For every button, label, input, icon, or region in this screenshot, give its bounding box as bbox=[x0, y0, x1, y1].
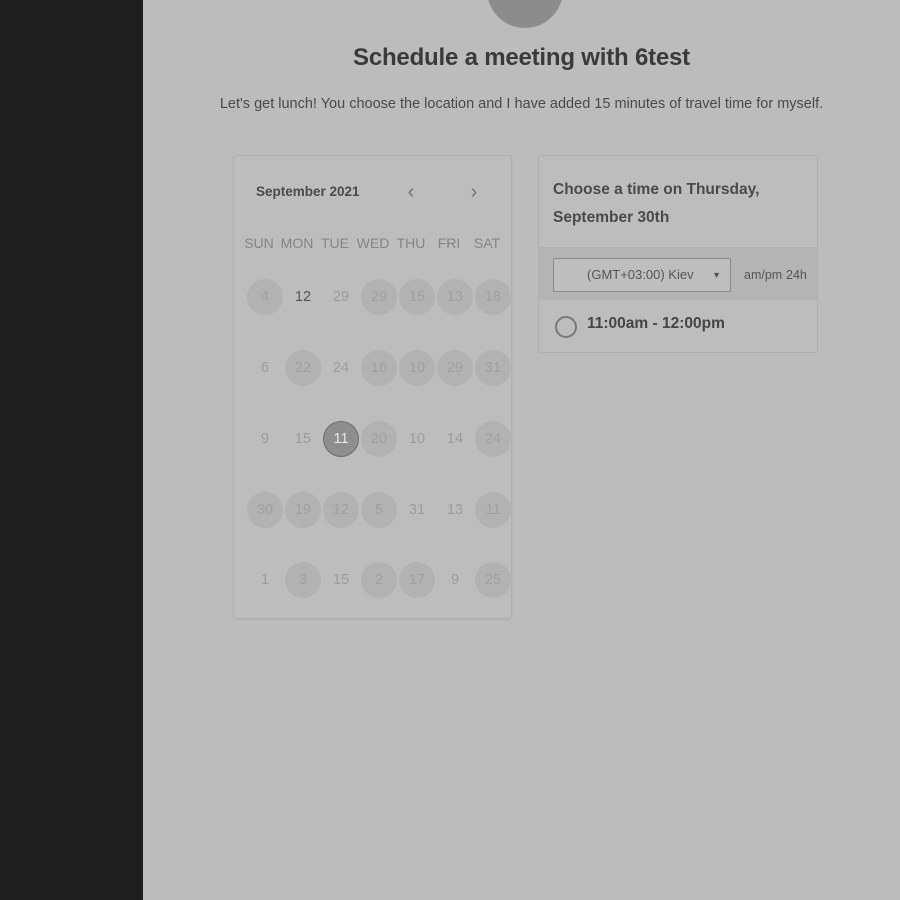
calendar-day[interactable]: 29 bbox=[361, 279, 397, 315]
calendar-day[interactable]: 2 bbox=[361, 562, 397, 598]
time-slot[interactable]: 11:00am - 12:00pm bbox=[539, 301, 817, 353]
time-selection-panel: Choose a time on Thursday, September 30t… bbox=[538, 155, 818, 353]
calendar-day[interactable]: 20 bbox=[361, 421, 397, 457]
calendar-day: 9 bbox=[450, 572, 460, 588]
calendar-day[interactable]: 10 bbox=[399, 350, 435, 386]
calendar-day: 10 bbox=[408, 431, 426, 447]
weekday-label: SUN bbox=[244, 235, 274, 251]
calendar-day[interactable]: 31 bbox=[475, 350, 511, 386]
calendar-day: 24 bbox=[332, 360, 350, 376]
calendar-day[interactable]: 11 bbox=[475, 492, 511, 528]
calendar-day[interactable]: 4 bbox=[247, 279, 283, 315]
calendar-day[interactable]: 25 bbox=[475, 562, 511, 598]
calendar-day: 29 bbox=[332, 289, 350, 305]
calendar-day: 15 bbox=[294, 431, 312, 447]
weekday-label: SAT bbox=[473, 235, 501, 251]
chevron-right-icon[interactable]: › bbox=[464, 182, 484, 202]
calendar-day[interactable]: 3 bbox=[285, 562, 321, 598]
calendar-day: 13 bbox=[446, 502, 464, 518]
time-heading: Choose a time on Thursday, September 30t… bbox=[553, 181, 760, 226]
calendar-day[interactable]: 16 bbox=[361, 350, 397, 386]
calendar-day[interactable]: 12 bbox=[323, 492, 359, 528]
page-subtitle: Let's get lunch! You choose the location… bbox=[219, 96, 824, 112]
chevron-down-icon: ▼ bbox=[712, 270, 721, 280]
format-24h-toggle[interactable]: 24h bbox=[786, 258, 807, 292]
weekday-label: THU bbox=[396, 235, 426, 251]
calendar-day[interactable]: 22 bbox=[285, 350, 321, 386]
calendar-day[interactable]: 29 bbox=[437, 350, 473, 386]
calendar-day: 1 bbox=[260, 572, 270, 588]
calendar-day[interactable]: 18 bbox=[475, 279, 511, 315]
calendar-day-selected[interactable]: 11 bbox=[323, 421, 359, 457]
timezone-row: (GMT+03:00) Kiev ▼ am/pm 24h bbox=[539, 248, 817, 300]
weekday-label: WED bbox=[356, 235, 390, 251]
calendar-day: 15 bbox=[332, 572, 350, 588]
calendar-day[interactable]: 30 bbox=[247, 492, 283, 528]
timezone-value: (GMT+03:00) Kiev bbox=[587, 267, 694, 282]
calendar-day: 31 bbox=[408, 502, 426, 518]
chevron-left-icon[interactable]: ‹ bbox=[401, 182, 421, 202]
format-ampm-toggle[interactable]: am/pm bbox=[744, 258, 782, 292]
weekday-label: MON bbox=[280, 235, 314, 251]
calendar-day[interactable]: 13 bbox=[437, 279, 473, 315]
weekday-label: FRI bbox=[437, 235, 461, 251]
calendar-day[interactable]: 24 bbox=[475, 421, 511, 457]
weekday-label: TUE bbox=[321, 235, 349, 251]
calendar-day[interactable]: 17 bbox=[399, 562, 435, 598]
calendar-day: 9 bbox=[260, 431, 270, 447]
calendar-day[interactable]: 15 bbox=[399, 279, 435, 315]
page-title: Schedule a meeting with 6test bbox=[353, 44, 690, 71]
calendar-day[interactable]: 5 bbox=[361, 492, 397, 528]
timezone-select[interactable]: (GMT+03:00) Kiev ▼ bbox=[553, 258, 731, 292]
calendar-day: 12 bbox=[294, 289, 312, 305]
calendar-day: 6 bbox=[260, 360, 270, 376]
calendar-month-label: September 2021 bbox=[256, 184, 360, 199]
calendar-day: 14 bbox=[446, 431, 464, 447]
radio-icon[interactable] bbox=[555, 316, 577, 338]
left-panel bbox=[0, 0, 143, 900]
calendar: September 2021 ‹ › SUN MON TUE WED THU FRI SAT… bbox=[233, 155, 512, 619]
time-slot-label: 11:00am - 12:00pm bbox=[587, 315, 725, 332]
time-panel-header: Choose a time on Thursday, September 30t… bbox=[539, 156, 817, 248]
calendar-day[interactable]: 19 bbox=[285, 492, 321, 528]
